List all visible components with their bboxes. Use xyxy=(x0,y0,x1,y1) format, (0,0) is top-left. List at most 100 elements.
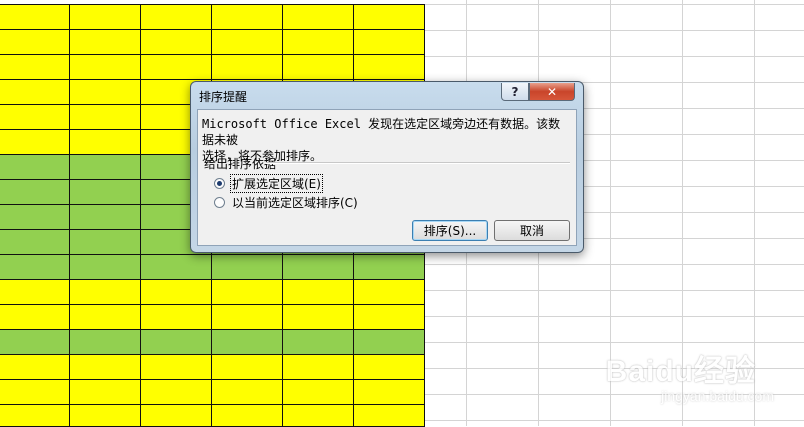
radio-unchecked-icon[interactable] xyxy=(214,197,225,208)
close-button[interactable]: ✕ xyxy=(529,83,575,101)
cell[interactable] xyxy=(69,29,141,55)
sheet-row xyxy=(0,279,425,305)
cell[interactable] xyxy=(0,404,70,427)
cell[interactable] xyxy=(69,79,141,105)
cell[interactable] xyxy=(69,4,141,30)
cell[interactable] xyxy=(211,29,283,55)
cell[interactable] xyxy=(69,179,141,205)
cell[interactable] xyxy=(0,329,70,355)
cell[interactable] xyxy=(140,304,212,330)
cell[interactable] xyxy=(211,304,283,330)
cell[interactable] xyxy=(211,54,283,80)
cell[interactable] xyxy=(0,79,70,105)
baidu-jingyan-watermark: Baidu经验 xyxy=(605,355,756,388)
cell[interactable] xyxy=(0,354,70,380)
help-icon: ? xyxy=(511,84,519,99)
cell[interactable] xyxy=(69,279,141,305)
cell[interactable] xyxy=(69,329,141,355)
cell[interactable] xyxy=(211,4,283,30)
cell[interactable] xyxy=(353,279,425,305)
sheet-row xyxy=(0,304,425,330)
cell[interactable] xyxy=(69,404,141,427)
cell[interactable] xyxy=(282,354,354,380)
dialog-body: Microsoft Office Excel 发现在选定区域旁边还有数据。该数据… xyxy=(197,109,577,246)
sheet-row xyxy=(0,404,425,427)
cell[interactable] xyxy=(0,179,70,205)
cell[interactable] xyxy=(140,29,212,55)
cell[interactable] xyxy=(0,4,70,30)
sort-button[interactable]: 排序(S)... xyxy=(412,220,488,241)
sort-warning-dialog: 排序提醒 ? ✕ Microsoft Office Excel 发现在选定区域旁… xyxy=(190,81,584,253)
option-current-label[interactable]: 以当前选定区域排序(C) xyxy=(231,194,359,211)
cell[interactable] xyxy=(353,254,425,280)
cell[interactable] xyxy=(69,104,141,130)
cell[interactable] xyxy=(0,229,70,255)
cell[interactable] xyxy=(140,279,212,305)
dialog-title: 排序提醒 xyxy=(199,90,248,104)
cell[interactable] xyxy=(211,254,283,280)
option-current-selection[interactable]: 以当前选定区域排序(C) xyxy=(214,194,359,211)
watermark-url: jingyan.baidu.com xyxy=(661,388,774,404)
sheet-row xyxy=(0,329,425,355)
sheet-row xyxy=(0,254,425,280)
cell[interactable] xyxy=(353,29,425,55)
cell[interactable] xyxy=(69,354,141,380)
cell[interactable] xyxy=(0,54,70,80)
cell[interactable] xyxy=(69,229,141,255)
cell[interactable] xyxy=(69,204,141,230)
cell[interactable] xyxy=(211,354,283,380)
help-button[interactable]: ? xyxy=(501,83,529,101)
cell[interactable] xyxy=(140,404,212,427)
cell[interactable] xyxy=(0,204,70,230)
cell[interactable] xyxy=(353,379,425,405)
cell[interactable] xyxy=(282,379,354,405)
cell[interactable] xyxy=(69,254,141,280)
cell[interactable] xyxy=(353,54,425,80)
sheet-row xyxy=(0,54,425,80)
dialog-titlebar[interactable]: 排序提醒 ? ✕ xyxy=(191,82,583,108)
option-expand-selection[interactable]: 扩展选定区域(E) xyxy=(214,174,323,193)
cell[interactable] xyxy=(282,279,354,305)
message-line-1: Microsoft Office Excel 发现在选定区域旁边还有数据。该数据… xyxy=(202,117,561,147)
cell[interactable] xyxy=(0,154,70,180)
cell[interactable] xyxy=(353,329,425,355)
cell[interactable] xyxy=(0,279,70,305)
cell[interactable] xyxy=(282,329,354,355)
cell[interactable] xyxy=(0,29,70,55)
cell[interactable] xyxy=(353,404,425,427)
cell[interactable] xyxy=(69,154,141,180)
cell[interactable] xyxy=(353,354,425,380)
cell[interactable] xyxy=(211,279,283,305)
cell[interactable] xyxy=(282,404,354,427)
cell[interactable] xyxy=(282,54,354,80)
cell[interactable] xyxy=(211,329,283,355)
cell[interactable] xyxy=(140,379,212,405)
cell[interactable] xyxy=(69,379,141,405)
cell[interactable] xyxy=(282,304,354,330)
cell[interactable] xyxy=(140,54,212,80)
cell[interactable] xyxy=(211,404,283,427)
cell[interactable] xyxy=(0,304,70,330)
cell[interactable] xyxy=(282,29,354,55)
cell[interactable] xyxy=(0,254,70,280)
cell[interactable] xyxy=(0,104,70,130)
cell[interactable] xyxy=(0,129,70,155)
cell[interactable] xyxy=(140,4,212,30)
cell[interactable] xyxy=(69,129,141,155)
cell[interactable] xyxy=(140,254,212,280)
cell[interactable] xyxy=(140,329,212,355)
sheet-row xyxy=(0,354,425,380)
cell[interactable] xyxy=(0,379,70,405)
cancel-button[interactable]: 取消 xyxy=(494,220,570,241)
cell[interactable] xyxy=(282,4,354,30)
cell[interactable] xyxy=(69,54,141,80)
cell[interactable] xyxy=(211,379,283,405)
option-expand-label[interactable]: 扩展选定区域(E) xyxy=(230,174,323,193)
cell[interactable] xyxy=(353,304,425,330)
cell[interactable] xyxy=(140,354,212,380)
cell[interactable] xyxy=(282,254,354,280)
cell[interactable] xyxy=(353,4,425,30)
group-divider xyxy=(266,162,570,164)
radio-checked-icon[interactable] xyxy=(214,178,225,189)
cell[interactable] xyxy=(69,304,141,330)
